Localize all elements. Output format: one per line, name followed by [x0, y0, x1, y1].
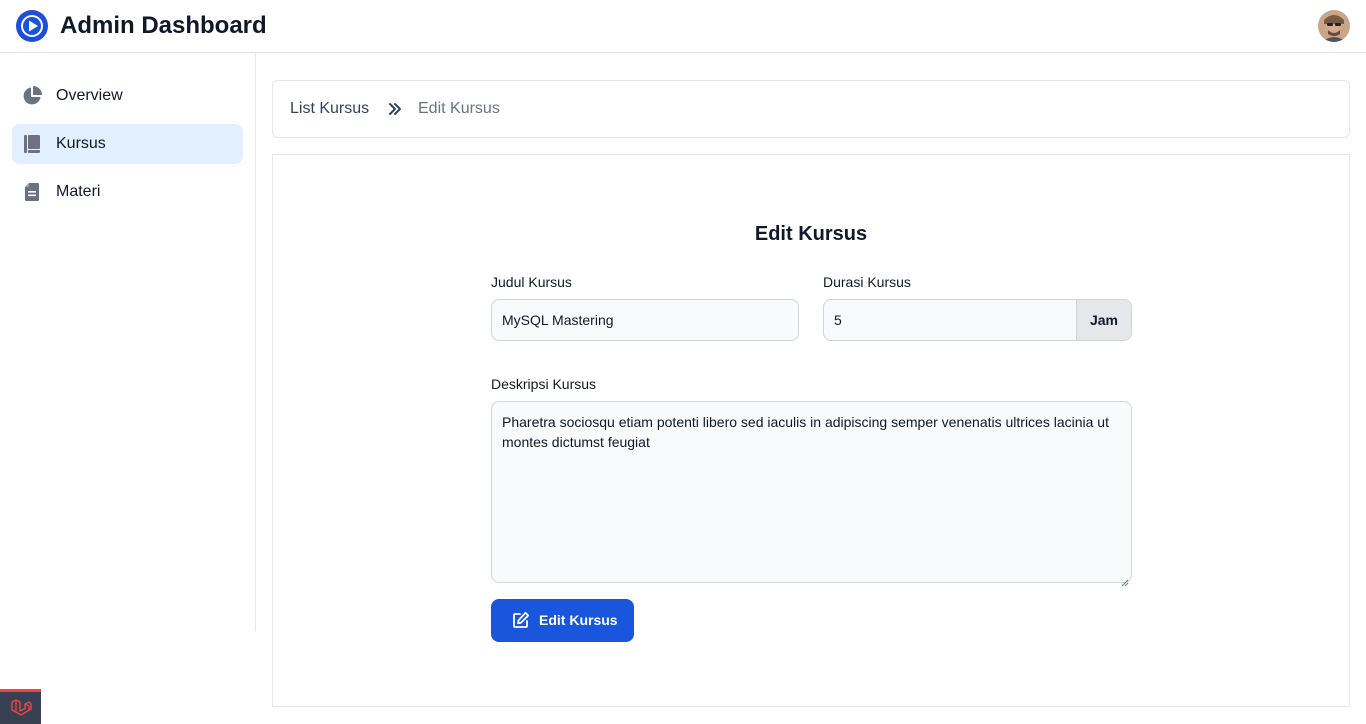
chevron-double-right-icon — [388, 102, 402, 116]
resize-grip-icon[interactable] — [1121, 572, 1129, 587]
judul-label: Judul Kursus — [491, 274, 572, 290]
edit-course-card: Edit Kursus Judul Kursus MySQL Mastering… — [272, 154, 1350, 707]
edit-icon — [512, 611, 530, 629]
judul-input[interactable]: MySQL Mastering — [491, 299, 799, 341]
debugbar-toggle[interactable] — [0, 689, 41, 724]
durasi-input[interactable]: 5 — [823, 299, 1077, 341]
sidebar: Overview Kursus Materi — [0, 53, 256, 631]
top-navbar: Admin Dashboard — [0, 0, 1366, 53]
sidebar-item-overview[interactable]: Overview — [12, 76, 243, 116]
app-title[interactable]: Admin Dashboard — [60, 11, 267, 41]
deskripsi-text: Pharetra sociosqu etiam potenti libero s… — [502, 414, 1109, 450]
laravel-logo-icon — [10, 699, 32, 719]
breadcrumb-current: Edit Kursus — [418, 100, 500, 117]
sidebar-item-label: Overview — [56, 87, 123, 104]
document-icon — [22, 182, 42, 202]
sidebar-item-materi[interactable]: Materi — [12, 172, 243, 212]
deskripsi-label: Deskripsi Kursus — [491, 376, 597, 392]
user-avatar[interactable] — [1318, 10, 1350, 42]
durasi-unit-addon: Jam — [1077, 299, 1132, 341]
sidebar-item-kursus[interactable]: Kursus — [12, 124, 243, 164]
edit-kursus-button[interactable]: Edit Kursus — [491, 599, 634, 642]
breadcrumb-link-list-kursus[interactable]: List Kursus — [290, 100, 369, 118]
durasi-label: Durasi Kursus — [823, 274, 911, 290]
breadcrumb: List Kursus Edit Kursus — [272, 80, 1350, 138]
deskripsi-textarea[interactable]: Pharetra sociosqu etiam potenti libero s… — [491, 401, 1132, 587]
pie-chart-icon — [22, 86, 42, 106]
book-icon — [22, 134, 42, 154]
play-circle-icon[interactable] — [16, 10, 48, 42]
sidebar-item-label: Materi — [56, 183, 101, 200]
form-title: Edit Kursus — [754, 223, 868, 245]
sidebar-item-label: Kursus — [56, 135, 106, 152]
edit-kursus-button-label: Edit Kursus — [539, 612, 618, 628]
